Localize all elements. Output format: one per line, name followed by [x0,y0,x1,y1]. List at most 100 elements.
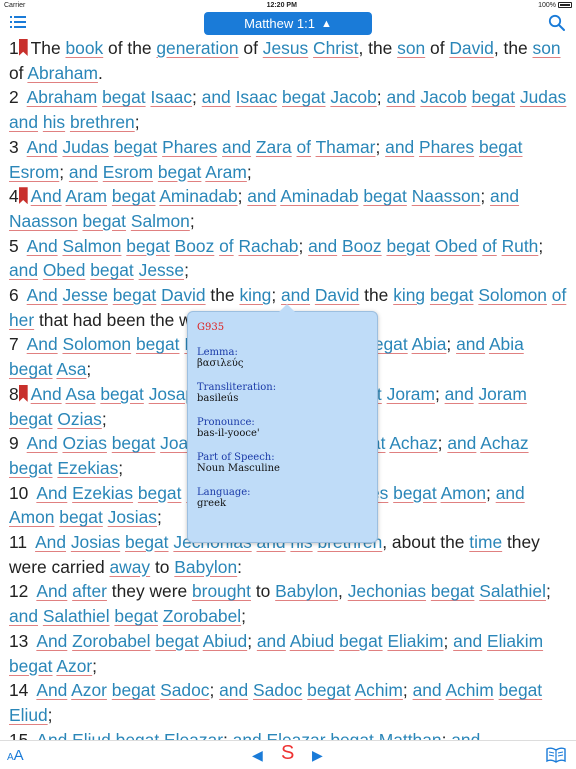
next-chapter-button[interactable]: ▶ [312,747,323,764]
word-link[interactable]: Phares [419,137,474,157]
word-link[interactable]: and [233,730,262,740]
word-link[interactable]: And [27,236,58,256]
word-link[interactable]: and [9,260,38,280]
word-link[interactable]: Achaz [389,433,437,453]
word-link[interactable]: begat [155,631,199,651]
word-link[interactable]: And [27,433,58,453]
verse-number[interactable]: 13 [9,631,28,651]
word-link[interactable]: of [482,236,497,256]
word-link[interactable]: begat [112,186,156,206]
word-link[interactable]: Jesus [263,38,308,58]
word-link[interactable]: Abia [412,334,447,354]
verse-number[interactable]: 9 [9,433,19,453]
word-link[interactable]: and [445,384,474,404]
word-link[interactable]: Salathiel [479,581,546,601]
word-link[interactable]: begat [114,137,158,157]
word-link[interactable]: of [297,137,312,157]
word-link[interactable]: begat [125,532,169,552]
word-link[interactable]: and [219,680,248,700]
word-link[interactable]: begat [430,285,474,305]
word-link[interactable]: Aram [66,186,108,206]
word-link[interactable]: David [449,38,493,58]
verse-number[interactable]: 2 [9,87,19,107]
word-link[interactable]: Christ [313,38,358,58]
word-link[interactable]: And [36,581,67,601]
word-link[interactable]: Achaz [480,433,528,453]
chapter-selector-button[interactable]: Matthew 1:1 ▲ [204,12,372,35]
strongs-toggle-button[interactable]: S [281,742,294,765]
verse-number[interactable]: 8 [9,384,19,404]
word-link[interactable]: Judas [520,87,566,107]
word-link[interactable]: Ezekias [72,483,133,503]
word-link[interactable]: and [9,112,38,132]
word-link[interactable]: begat [9,656,53,676]
word-link[interactable]: and [222,137,251,157]
word-link[interactable]: Jesse [139,260,184,280]
verse-number[interactable]: 4 [9,186,19,206]
word-link[interactable]: David [161,285,205,305]
word-link[interactable]: Aram [205,162,247,182]
word-link[interactable]: Obed [43,260,86,280]
word-link[interactable]: Azor [71,680,107,700]
word-link[interactable]: Aminadab [280,186,358,206]
word-link[interactable]: And [35,532,66,552]
word-link[interactable]: begat [9,359,53,379]
word-link[interactable]: And [36,680,67,700]
word-link[interactable]: Babylon [174,557,237,577]
word-link[interactable]: brought [192,581,251,601]
word-link[interactable]: and [490,186,519,206]
word-link[interactable]: begat [100,384,144,404]
bookmark-icon[interactable] [18,187,28,205]
bookmark-icon[interactable] [18,39,28,56]
word-link[interactable]: And [31,384,62,404]
word-link[interactable]: Josias [108,507,157,527]
word-link[interactable]: Isaac [150,87,192,107]
word-link[interactable]: begat [330,730,374,740]
word-link[interactable]: Abraham [27,63,98,83]
word-link[interactable]: and [69,162,98,182]
word-link[interactable]: Ozias [57,409,101,429]
word-link[interactable]: David [315,285,359,305]
word-link[interactable]: begat [82,211,126,231]
word-link[interactable]: Zorobabel [163,606,241,626]
word-link[interactable]: and [386,87,415,107]
word-link[interactable]: Naasson [9,211,78,231]
word-link[interactable]: his [43,112,65,132]
word-link[interactable]: begat [339,631,383,651]
word-link[interactable]: and [447,433,476,453]
verse-number[interactable]: 15 [9,730,28,740]
word-link[interactable]: begat [393,483,437,503]
word-link[interactable]: Joram [478,384,526,404]
word-link[interactable]: begat [102,87,146,107]
word-link[interactable]: Booz [342,236,382,256]
word-link[interactable]: And [31,186,62,206]
word-link[interactable]: of [219,236,234,256]
word-link[interactable]: And [27,285,58,305]
word-link[interactable]: away [110,557,151,577]
word-link[interactable]: and [413,680,442,700]
verse-number[interactable]: 5 [9,236,19,256]
verse-number[interactable]: 12 [9,581,28,601]
word-link[interactable]: and [281,285,310,305]
verse-number[interactable]: 6 [9,285,19,305]
word-link[interactable]: begat [90,260,134,280]
word-link[interactable]: Eliakim [387,631,443,651]
search-icon[interactable] [548,14,566,32]
word-link[interactable]: begat [112,433,156,453]
verse-number[interactable]: 10 [9,483,28,503]
word-link[interactable]: Eliakim [487,631,543,651]
verse-number[interactable]: 14 [9,680,28,700]
word-link[interactable]: Solomon [478,285,547,305]
word-link[interactable]: Asa [66,384,96,404]
word-link[interactable]: begat [138,483,182,503]
word-link[interactable]: And [27,334,58,354]
bookmark-icon[interactable] [18,384,28,402]
word-link[interactable]: begat [136,334,180,354]
word-link[interactable]: king [393,285,425,305]
word-link[interactable]: and [496,483,525,503]
word-link[interactable]: Judas [62,137,108,157]
word-link[interactable]: begat [9,458,53,478]
word-link[interactable]: Ezekias [57,458,118,478]
word-link[interactable]: Eleazar [267,730,326,740]
word-link[interactable]: Thamar [316,137,376,157]
